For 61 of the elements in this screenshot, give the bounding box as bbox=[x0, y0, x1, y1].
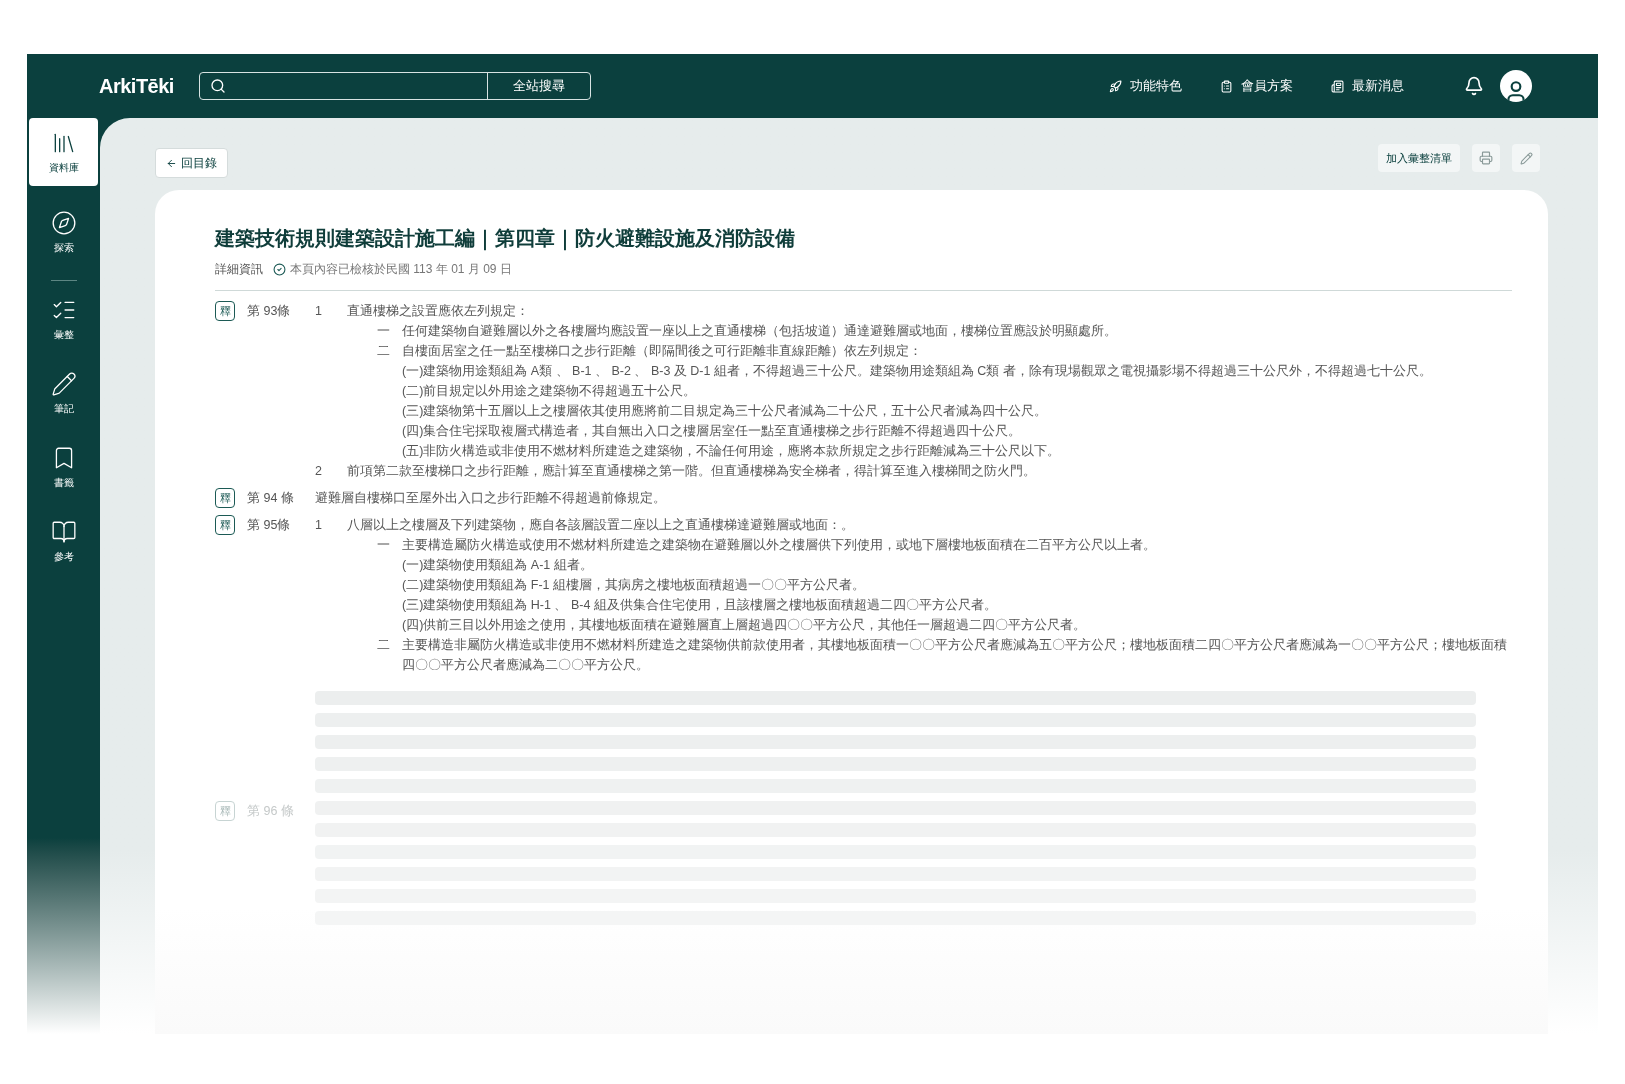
clause-text: 主要構造非屬防火構造或非使用不燃材料所建造之建築物供前款使用者，其樓地板面積一〇〇平方公尺者應減為五〇平方公尺；樓地板面積二四〇平方公尺者應減為一〇〇平方公尺；樓地板面積四〇〇平方公尺者應減為二〇〇平方公尺。 bbox=[402, 637, 1508, 674]
site-search-button[interactable]: 全站搜尋 bbox=[486, 73, 590, 99]
annotation-badge[interactable]: 釋 bbox=[215, 488, 235, 508]
article-number: 第 93條 bbox=[247, 303, 291, 320]
search-field[interactable]: 全站搜尋 bbox=[198, 72, 591, 100]
annotation-badge[interactable]: 釋 bbox=[215, 301, 235, 321]
clause-number: 二 bbox=[377, 637, 391, 654]
article-text: 避難層自樓梯口至屋外出入口之步行距離不得超過前條規定。 bbox=[315, 490, 667, 507]
print-button[interactable] bbox=[1472, 144, 1500, 172]
clause-text: (一)建築物使用類組為 A-1 組者。 bbox=[402, 557, 593, 574]
check-circle-icon bbox=[273, 262, 286, 276]
verified-date: 本頁內容已檢核於民國 113 年 01 月 09 日 bbox=[290, 261, 512, 278]
clause-text: 自樓面居室之任一點至樓梯口之步行距離（即隔間後之可行距離非直線距離）依左列規定： bbox=[402, 343, 922, 360]
newspaper-icon bbox=[1331, 79, 1344, 93]
clause-text: 任何建築物自避難層以外之各樓層均應設置一座以上之直通樓梯（包括坡道）通達避難層或地面，樓梯位置應設於明顯處所。 bbox=[402, 323, 1117, 340]
clause-text: 直通樓梯之設置應依左列規定： bbox=[347, 303, 529, 320]
clause-text: (二)前目規定以外用途之建築物不得超過五十公尺。 bbox=[402, 383, 697, 400]
sidebar-item[interactable]: 探索 bbox=[29, 200, 98, 264]
add-to-list-button[interactable]: 加入彙整清單 bbox=[1378, 144, 1460, 172]
sidebar-item[interactable]: 彙整 bbox=[29, 287, 98, 351]
clause-text: (五)非防火構造或非使用不燃材料所建造之建築物，不論任何用途，應將本款所規定之步行距離減為三十公尺以下。 bbox=[402, 443, 1061, 460]
clause-text: (三)建築物使用類組為 H-1 、 B-4 組及供集合住宅使用，且該樓層之樓地板面積超過二四〇平方公尺者。 bbox=[402, 597, 997, 614]
info-label: 詳細資訊 bbox=[215, 261, 263, 278]
clause-number: 1 bbox=[315, 303, 323, 320]
clause-number: 一 bbox=[377, 537, 391, 554]
clause-number: 二 bbox=[377, 343, 391, 360]
sidebar-item[interactable]: 資料庫 bbox=[29, 118, 98, 186]
pencil-icon bbox=[50, 370, 77, 397]
clause-text: (二)建築物使用類組為 F-1 組樓層，其病房之樓地板面積超過一〇〇平方公尺者。 bbox=[402, 577, 866, 594]
clause-text: (三)建築物第十五層以上之樓層依其使用應將前二目規定為三十公尺者減為二十公尺，五十公尺者減為四十公尺。 bbox=[402, 403, 1048, 420]
rocket-icon bbox=[1109, 79, 1122, 93]
clause-text: (四)集合住宅採取複層式構造者，其自無出入口之樓層居室任一點至直通樓梯之步行距離不得超過四十公尺。 bbox=[402, 423, 1022, 440]
notification-icon[interactable] bbox=[1464, 76, 1484, 96]
article-number: 第 96 條 bbox=[247, 803, 294, 820]
back-button[interactable]: 回目錄 bbox=[155, 148, 228, 178]
pencil-icon bbox=[1519, 151, 1533, 165]
avatar[interactable] bbox=[1500, 70, 1532, 102]
clause-text: 主要構造屬防火構造或使用不燃材料所建造之建築物在避難層以外之樓層供下列使用，或地下層樓地板面積在二百平方公尺以上者。 bbox=[402, 537, 1156, 554]
sidebar-item[interactable]: 書籤 bbox=[29, 435, 98, 499]
print-icon bbox=[1479, 151, 1493, 165]
clause-number: 2 bbox=[315, 463, 323, 480]
search-icon bbox=[209, 78, 226, 94]
sidebar-item[interactable]: 筆記 bbox=[29, 361, 98, 425]
left-arrow-icon bbox=[166, 157, 177, 169]
sidebar-item[interactable]: 參考 bbox=[29, 509, 98, 573]
compass-icon bbox=[50, 209, 77, 236]
clause-number: 1 bbox=[315, 517, 323, 534]
nav-link[interactable]: 最新消息 bbox=[1331, 76, 1404, 96]
nav-link[interactable]: 會員方案 bbox=[1220, 76, 1293, 96]
article-number: 第 95條 bbox=[247, 517, 291, 534]
clause-text: 前項第二款至樓梯口之步行距離，應計算至直通樓梯之第一階。但直通樓梯為安全梯者，得計算至進入樓梯間之防火門。 bbox=[347, 463, 1036, 480]
clause-text: (四)供前三目以外用途之使用，其樓地板面積在避難層直上層超過四〇〇平方公尺，其他任一層超過二四〇平方公尺者。 bbox=[402, 617, 1087, 634]
annotation-badge[interactable]: 釋 bbox=[215, 515, 235, 535]
clipboard-icon bbox=[1220, 79, 1233, 93]
clause-text: (一)建築物用途類組為 A類 、 B-1 、 B-2 、 B-3 及 D-1 組者，不得超過三十公尺。建築物用途類組為 C類 者，除有現場觀眾之電視攝影場不得超過三十公尺外，不得超過七十公尺。 bbox=[402, 363, 1432, 380]
document-title: 建築技術規則建築設計施工編｜第四章｜防火避難設施及消防設備 bbox=[215, 226, 796, 252]
clause-number: 一 bbox=[377, 323, 391, 340]
logo[interactable]: ArkiTēki bbox=[99, 71, 174, 101]
clause-text: 八層以上之樓層及下列建築物，應自各該層設置二座以上之直通樓梯達避難層或地面：。 bbox=[347, 517, 854, 534]
nav-link[interactable]: 功能特色 bbox=[1109, 76, 1182, 96]
article-number: 第 94 條 bbox=[247, 490, 294, 507]
